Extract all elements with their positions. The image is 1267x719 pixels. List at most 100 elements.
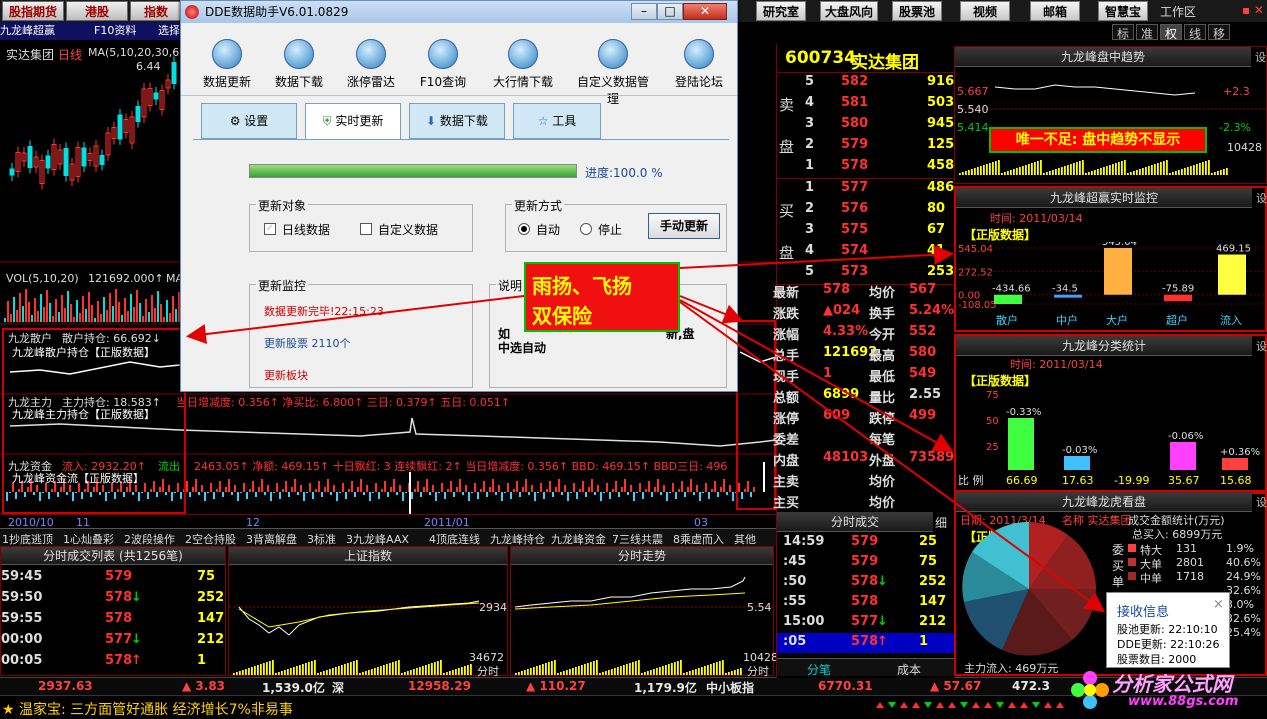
close-button[interactable]: ✕ (683, 3, 727, 20)
volume-bar (1094, 170, 1096, 175)
formula-tab[interactable]: 4顶底连线 (429, 531, 480, 546)
nav-video[interactable]: 视频 (960, 1, 1010, 21)
formula-tab[interactable]: 3九龙峰AAX (346, 531, 409, 546)
window-controls[interactable]: ▪ ✕ (1228, 3, 1264, 19)
tab-cost[interactable]: 成本 (897, 661, 921, 678)
right-tab-4[interactable]: 移 (1208, 24, 1230, 41)
volume-bar (278, 672, 280, 675)
nav-market-wind[interactable]: 大盘风向 (820, 1, 878, 21)
nav-index[interactable]: 指数 (130, 1, 182, 21)
auto-radio[interactable] (518, 223, 530, 235)
popup-close-icon[interactable]: × (1213, 597, 1224, 612)
dialog-icon-1[interactable]: 数据下载 (263, 39, 335, 90)
fund-bar (195, 479, 197, 492)
select-tab[interactable]: 选择 (158, 22, 180, 40)
fund-bar (519, 492, 521, 497)
volume-bar (344, 664, 346, 675)
formula-tab[interactable]: 1抄底逃顶 (2, 531, 53, 546)
ticks-detail-tab[interactable]: 细 (935, 514, 947, 531)
volume-bar (704, 666, 706, 675)
fund-bar (675, 492, 677, 499)
dialog-icon-label: 大行情下载 (492, 75, 553, 89)
volume-bar (1151, 165, 1153, 175)
stat-value: 48103 (823, 450, 869, 465)
tab-realtime[interactable]: ⛨ 实时更新 (305, 103, 401, 141)
volume-bar (49, 303, 51, 322)
manual-update-button[interactable]: 手动更新 (648, 213, 720, 239)
formula-tab[interactable]: 九龙峰资金 (551, 531, 606, 546)
tab-tools[interactable]: ☆ 工具 (513, 103, 601, 139)
formula-tab[interactable]: 其他 (734, 531, 756, 546)
volume-bar (407, 671, 409, 675)
dialog-icon-4[interactable]: 大行情下载 (487, 39, 559, 90)
dialog-icon-5[interactable]: 自定义数据管理 (577, 39, 649, 107)
formula-tab[interactable]: 九龙峰持仓 (490, 531, 545, 546)
quote-price: 575 (841, 222, 869, 237)
toolbar-icon (212, 39, 242, 69)
volume-bar (587, 663, 589, 675)
trend-settings[interactable]: 设 (1255, 49, 1266, 65)
monitor-settings[interactable]: 设 (1256, 190, 1267, 206)
monitor-bar (1218, 254, 1246, 295)
dragon-inflow: 主力流入: 469万元 (964, 662, 1059, 675)
fund-bar (294, 479, 296, 492)
volume-bar (1049, 171, 1051, 175)
nav-futures[interactable]: 股指期货 (2, 1, 64, 21)
volume-bar (710, 664, 712, 675)
volume-bar (290, 668, 292, 675)
fund-bar (285, 481, 287, 492)
fund-bar (582, 481, 584, 492)
formula-tab[interactable]: 3背离解盘 (246, 531, 297, 546)
volume-bar (118, 302, 120, 322)
category-bar (1064, 456, 1090, 470)
update-mode-label: 更新方式 (512, 197, 565, 214)
formula-tab[interactable]: 3标准 (307, 531, 336, 546)
daily-checkbox[interactable]: ✓ (264, 223, 276, 235)
description-label: 说明 (496, 277, 525, 294)
formula-tab[interactable]: 2波段操作 (124, 531, 175, 546)
category-settings[interactable]: 设 (1256, 338, 1267, 354)
left-stock-tab[interactable]: 九龙峰超赢 (0, 22, 180, 40)
quote-volume: 253 (927, 264, 955, 279)
dialog-icon-3[interactable]: F10查询 (407, 39, 479, 90)
tick-time: :45 (783, 554, 807, 569)
f10-tab[interactable]: F10资料 (94, 22, 136, 40)
dialog-icon-0[interactable]: 数据更新 (191, 39, 263, 90)
nav-smart[interactable]: 智慧宝 (1098, 1, 1148, 21)
formula-tab[interactable]: 7三线共震 (612, 531, 663, 546)
monitor-title: 九龙峰超赢实时监控 (956, 188, 1252, 208)
right-tab-3[interactable]: 线 (1184, 24, 1206, 41)
right-tab-2[interactable]: 权 (1160, 24, 1182, 41)
nav-stock-pool[interactable]: 股票池 (892, 1, 942, 21)
formula-tab[interactable]: 2空仓持股 (185, 531, 236, 546)
nav-research[interactable]: 研究室 (756, 1, 806, 21)
minimize-button[interactable]: – (631, 3, 657, 20)
tab-settings[interactable]: ⚙ 设置 (201, 103, 297, 139)
custom-checkbox[interactable] (360, 223, 372, 235)
workspace-label[interactable]: 工作区 (1160, 3, 1196, 20)
nav-hk[interactable]: 港股 (66, 1, 128, 21)
news-ticker[interactable]: ★ 温家宝: 三方面管好通胀 经济增长7%非易事 (2, 699, 293, 719)
tab-download[interactable]: ⬇ 数据下载 (409, 103, 505, 139)
status-sme-change: ▲ 57.67 (930, 679, 982, 693)
right-tab-0[interactable]: 标 (1112, 24, 1134, 41)
volume-bar (698, 668, 700, 675)
formula-tab[interactable]: 8乘虚而入 (673, 531, 724, 546)
volume-bar (347, 663, 349, 675)
volume-bar (437, 661, 439, 675)
dialog-titlebar[interactable]: DDE数据助手V6.01.0829 – □ ✕ (181, 1, 737, 23)
fund-bar (264, 492, 266, 495)
nav-mail[interactable]: 邮箱 (1030, 1, 1080, 21)
dialog-icon-6[interactable]: 登陆论坛 (663, 39, 735, 90)
dialog-icon-2[interactable]: 涨停雷达 (335, 39, 407, 90)
formula-tab[interactable]: 1心灿叠彩 (63, 531, 114, 546)
status-sz-label: 深 (332, 681, 345, 695)
dragon-settings[interactable]: 设 (1256, 494, 1267, 510)
tab-ticks[interactable]: 分笔 (807, 661, 831, 678)
stop-radio[interactable] (580, 223, 592, 235)
fund-bar (708, 492, 710, 499)
dragon-row-pct: 3.0% (1226, 598, 1254, 611)
volume-bar (392, 662, 394, 675)
right-tab-1[interactable]: 准 (1136, 24, 1158, 41)
maximize-button[interactable]: □ (657, 3, 683, 20)
